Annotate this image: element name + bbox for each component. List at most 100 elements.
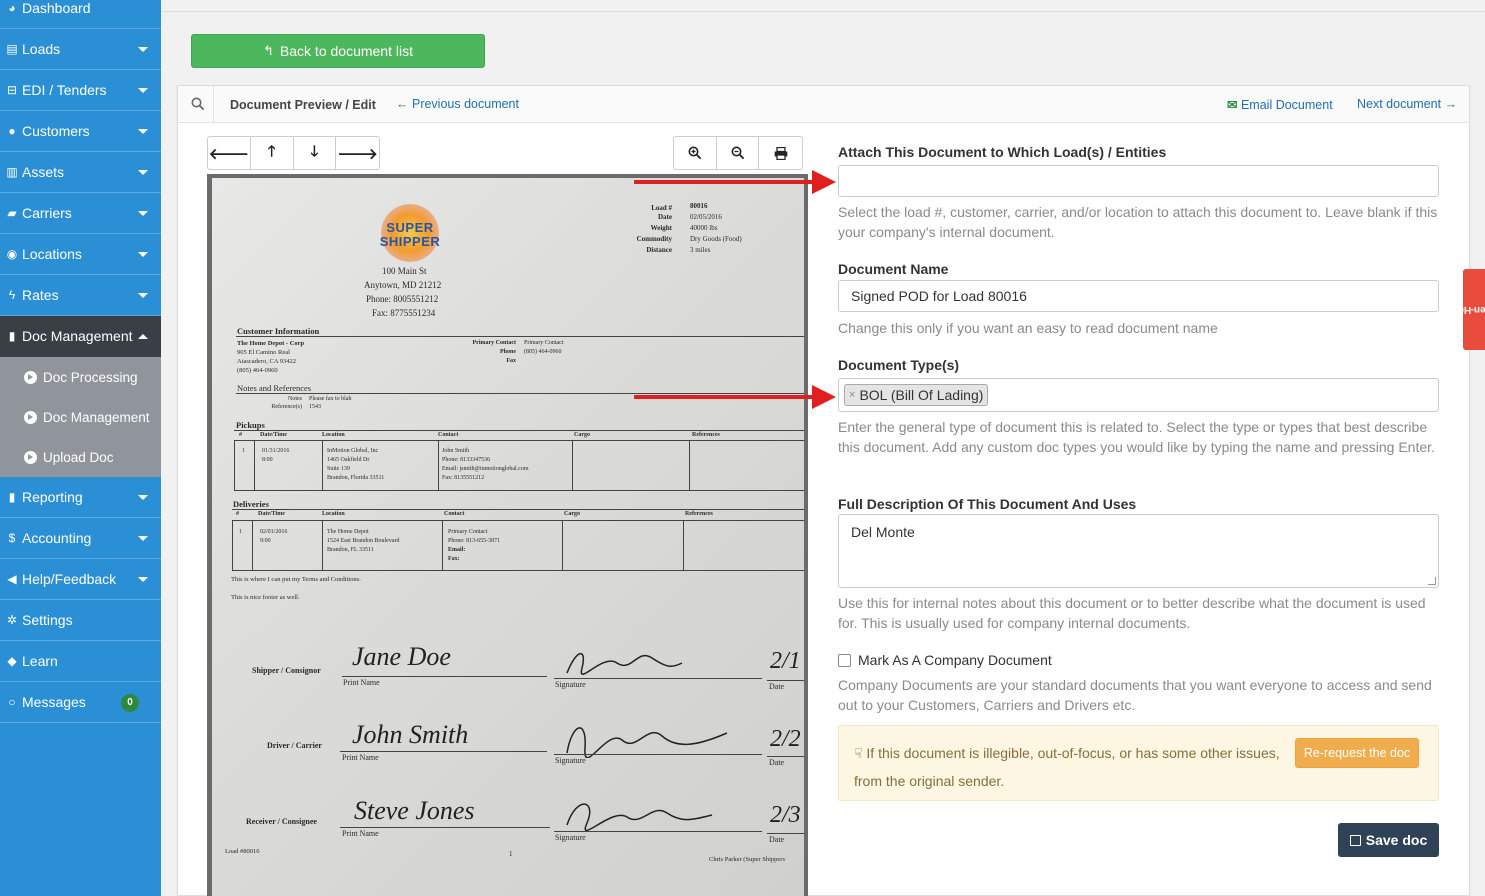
nav-doc-management[interactable]: ▮ Doc Management (0, 316, 161, 357)
subnav-upload-doc[interactable]: Upload Doc (0, 437, 161, 477)
load-value: 80016 (690, 202, 708, 210)
sig-role: Driver / Carrier (267, 741, 322, 750)
arrow-right-button[interactable]: 🡒 (336, 137, 379, 169)
nav-help-feedback[interactable]: ◀ Help/Feedback (0, 559, 161, 600)
vrule (689, 440, 690, 490)
notes-key: Reference(s) (271, 404, 302, 410)
deliveries-heading: Deliveries (233, 499, 269, 509)
warning-text-1: If this document is illegible, out-of-fo… (866, 745, 1280, 761)
subnav-doc-processing[interactable]: Doc Processing (0, 357, 161, 397)
open-help-label: ↑ Open Help (1449, 304, 1485, 315)
delivery-date: 02/01/2016 (260, 529, 288, 535)
zoom-out-button[interactable] (717, 137, 760, 169)
next-document-link[interactable]: Next document → (1357, 97, 1457, 111)
document-type-tag-label: BOL (Bill Of Lading) (859, 387, 984, 403)
save-doc-label: Save doc (1365, 832, 1428, 848)
open-help-tab[interactable]: ↑ Open Help (1449, 269, 1485, 350)
panel-title: Document Preview / Edit (230, 98, 376, 112)
print-icon (774, 146, 787, 160)
table-header: References (692, 432, 720, 438)
email-document-label: Email Document (1240, 98, 1333, 112)
nav-customers[interactable]: ● Customers (0, 111, 161, 152)
address-line: Phone: 8005551212 (366, 294, 439, 304)
delivery-location: Brandon, FL 33511 (327, 547, 374, 553)
warning-text: ☟ If this document is illegible, out-of-… (854, 745, 1280, 762)
nav-carriers-label: Carriers (22, 205, 72, 221)
nav-loads-label: Loads (22, 41, 61, 57)
arrow-up-icon: 🡑 (267, 142, 276, 160)
cogs-icon: ✲ (6, 613, 18, 627)
nav-carriers[interactable]: ▰ Carriers (0, 193, 161, 234)
nav-accounting[interactable]: $ Accounting (0, 518, 161, 559)
chevron-down-icon (138, 170, 148, 175)
contact-key: Phone (499, 349, 516, 355)
handwritten-date: 2/3 (770, 802, 801, 828)
document-type-tag[interactable]: × BOL (Bill Of Lading) (844, 384, 989, 406)
description-textarea[interactable]: Del Monte (838, 514, 1439, 588)
file-icon: ▮ (8, 329, 16, 343)
vrule (232, 520, 233, 570)
arrow-left-button[interactable]: 🡐 (208, 137, 251, 169)
arrow-down-button[interactable]: 🡓 (294, 137, 337, 169)
handwritten-signature-name: Steve Jones (354, 796, 475, 825)
table-header: References (685, 511, 713, 517)
email-document-link[interactable]: ✉ Email Document (1227, 97, 1333, 112)
nav-dashboard[interactable]: ◕ Dashboard (0, 0, 161, 29)
nav-locations-label: Locations (22, 246, 82, 262)
vrule (683, 520, 684, 570)
vrule (442, 520, 443, 570)
load-key: Commodity (636, 235, 672, 243)
resize-handle-icon[interactable] (1428, 577, 1436, 585)
load-footer: Load #80016 (225, 848, 260, 855)
remove-tag-icon[interactable]: × (849, 389, 855, 401)
pickup-num: 1 (242, 448, 245, 454)
customer-line: 905 El Camino Real (237, 349, 290, 356)
attach-entities-input[interactable] (838, 165, 1439, 197)
re-request-doc-button[interactable]: Re-request the doc (1295, 738, 1419, 768)
nav-assets[interactable]: ▥ Assets (0, 152, 161, 193)
nav-reporting[interactable]: ▮ Reporting (0, 477, 161, 518)
delivery-location: The Home Depot (327, 529, 369, 535)
nav-edi-tenders[interactable]: ⊟ EDI / Tenders (0, 70, 161, 111)
search-icon[interactable] (191, 97, 205, 111)
contact-key: Fax (506, 358, 516, 364)
notes-key: Notes (288, 396, 302, 402)
address-line: Fax: 8775551234 (372, 308, 436, 318)
nav-learn[interactable]: ◆ Learn (0, 641, 161, 682)
previous-document-link[interactable]: ← Previous document (396, 97, 519, 111)
signature-scribble (566, 727, 728, 758)
nav-messages[interactable]: ○ Messages 0 (0, 682, 161, 723)
delivery-time: 9:00 (260, 538, 271, 544)
document-name-input[interactable] (838, 280, 1439, 312)
date-label: Date (769, 682, 785, 691)
description-label: Full Description Of This Document And Us… (838, 496, 1137, 512)
arrow-up-button[interactable]: 🡑 (251, 137, 294, 169)
nav-locations[interactable]: ◉ Locations (0, 234, 161, 275)
rule (554, 831, 762, 832)
rule (554, 678, 762, 679)
save-doc-button[interactable]: Save doc (1338, 823, 1439, 857)
document-type-input[interactable]: × BOL (Bill Of Lading) (838, 378, 1439, 412)
nav-settings-label: Settings (22, 612, 73, 628)
rule (236, 393, 804, 394)
customer-line: Atascadero, CA 93422 (237, 358, 297, 365)
arrow-down-icon: 🡓 (310, 142, 319, 160)
warning-text-2: from the original sender. (854, 773, 1005, 789)
arrow-left-icon: ← (396, 97, 409, 111)
nav-loads[interactable]: ▤ Loads (0, 29, 161, 70)
arrow-right-icon: 🡒 (337, 145, 378, 163)
nav-settings[interactable]: ✲ Settings (0, 600, 161, 641)
rule (340, 751, 547, 752)
notes-heading: Notes and References (237, 383, 312, 393)
chevron-up-icon (138, 334, 148, 339)
back-to-document-list-button[interactable]: ↰ Back to document list (191, 34, 485, 68)
load-value: Dry Goods (Food) (690, 235, 742, 243)
load-value: 40000 lbs (690, 224, 718, 232)
print-button[interactable] (759, 137, 802, 169)
company-document-checkbox[interactable] (838, 653, 851, 667)
signature-label: Signature (555, 756, 586, 765)
zoom-in-button[interactable] (674, 137, 717, 169)
open-help-text: Open Help (1448, 304, 1485, 315)
subnav-doc-management[interactable]: Doc Management (0, 397, 161, 437)
nav-rates[interactable]: ϟ Rates (0, 275, 161, 316)
